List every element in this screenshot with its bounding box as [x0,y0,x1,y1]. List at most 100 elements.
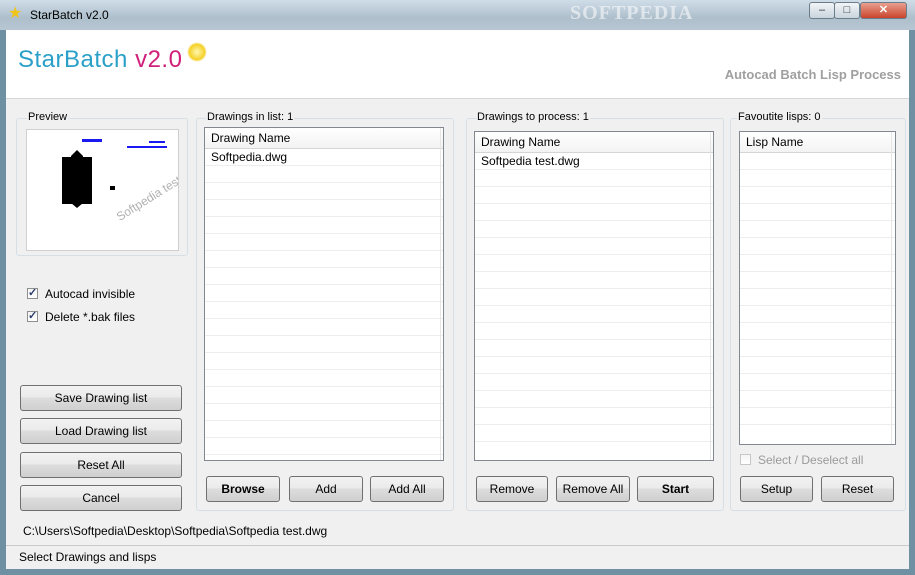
empty-row [205,319,443,336]
autocad-invisible-checkbox[interactable]: ✓ [27,288,38,299]
empty-row [740,170,895,187]
minimize-button[interactable]: – [809,2,835,19]
empty-row [205,285,443,302]
empty-row [740,391,895,408]
empty-row [475,408,713,425]
empty-row [740,238,895,255]
empty-row [475,306,713,323]
empty-row [740,255,895,272]
preview-label: Preview [27,111,69,123]
drawings-to-process-label: Drawings to process: 1 [476,111,590,123]
empty-row [740,272,895,289]
save-drawing-list-button[interactable]: Save Drawing list [20,385,182,411]
empty-row [740,187,895,204]
list-item[interactable]: Softpedia test.dwg [475,153,713,170]
empty-row [475,238,713,255]
empty-row [205,166,443,183]
reset-all-button[interactable]: Reset All [20,452,182,478]
empty-row [205,404,443,421]
empty-row [475,221,713,238]
lisp-name-column-header[interactable]: Lisp Name [740,132,895,153]
empty-row [205,302,443,319]
empty-row [740,323,895,340]
window-title: StarBatch v2.0 [30,8,109,22]
empty-row [740,204,895,221]
empty-row [740,374,895,391]
drawings-to-process-view[interactable]: Drawing Name Softpedia test.dwg [474,131,714,461]
select-all-checkbox[interactable] [740,454,751,465]
preview-text: Softpedia test [114,173,178,224]
empty-row [475,187,713,204]
status-text: Select Drawings and lisps [19,550,157,564]
empty-row [475,204,713,221]
client-area: StarBatch v2.0 Autocad Batch Lisp Proces… [6,30,909,569]
preview-drawing-icon: Softpedia test [62,139,184,224]
empty-row [205,217,443,234]
empty-row [475,357,713,374]
empty-row [475,323,713,340]
cancel-button[interactable]: Cancel [20,485,182,511]
maximize-button[interactable]: □ [834,2,860,19]
header-banner: StarBatch v2.0 Autocad Batch Lisp Proces… [6,30,909,99]
browse-button[interactable]: Browse [206,476,280,502]
empty-row [475,289,713,306]
app-window: ★ StarBatch v2.0 SOFTPEDIA – □ ✕ StarBat… [0,0,915,575]
current-file-path: C:\Users\Softpedia\Desktop\Softpedia\Sof… [23,524,328,538]
load-drawing-list-button[interactable]: Load Drawing list [20,418,182,444]
autocad-invisible-label[interactable]: Autocad invisible [45,287,135,301]
status-bar: Select Drawings and lisps [6,545,909,569]
reset-button[interactable]: Reset [821,476,894,502]
favourite-lisps-view[interactable]: Lisp Name [739,131,896,445]
empty-row [205,370,443,387]
add-all-button[interactable]: Add All [370,476,444,502]
empty-row [475,340,713,357]
empty-row [475,391,713,408]
remove-button[interactable]: Remove [476,476,548,502]
empty-row [740,153,895,170]
empty-row [205,183,443,200]
empty-row [205,268,443,285]
app-subtitle: Autocad Batch Lisp Process [724,67,901,82]
empty-row [205,251,443,268]
empty-row [740,357,895,374]
empty-row [475,425,713,442]
empty-row [740,221,895,238]
empty-row [475,255,713,272]
delete-bak-checkbox[interactable]: ✓ [27,311,38,322]
empty-row [205,336,443,353]
app-logo: StarBatch v2.0 [18,46,182,74]
add-button[interactable]: Add [289,476,363,502]
empty-row [740,340,895,357]
logo-version: v2.0 [135,46,183,73]
empty-row [740,408,895,425]
star-icon: ★ [8,5,23,22]
close-button[interactable]: ✕ [860,2,907,19]
select-all-label[interactable]: Select / Deselect all [758,453,863,467]
delete-bak-label[interactable]: Delete *.bak files [45,310,135,324]
column-divider [710,132,711,460]
empty-row [475,374,713,391]
drawings-in-list-view[interactable]: Drawing Name Softpedia.dwg [204,127,444,461]
drawing-preview: Softpedia test [26,129,184,251]
favourite-lisps-label: Favoutite lisps: 0 [737,111,822,123]
watermark: SOFTPEDIA [570,2,694,24]
logo-name: StarBatch [18,46,136,73]
drawings-in-list-label: Drawings in list: 1 [206,111,295,123]
empty-row [475,170,713,187]
drawing-name-column-header[interactable]: Drawing Name [205,128,443,149]
empty-row [205,200,443,217]
list-item[interactable]: Softpedia.dwg [205,149,443,166]
drawing-name-column-header[interactable]: Drawing Name [475,132,713,153]
empty-row [475,272,713,289]
empty-row [740,306,895,323]
empty-row [205,353,443,370]
setup-button[interactable]: Setup [740,476,813,502]
remove-all-button[interactable]: Remove All [556,476,630,502]
start-button[interactable]: Start [637,476,714,502]
empty-row [205,387,443,404]
title-bar[interactable]: ★ StarBatch v2.0 SOFTPEDIA – □ ✕ [0,0,915,30]
empty-row [740,289,895,306]
empty-row [205,438,443,455]
empty-row [205,234,443,251]
column-divider [440,128,441,460]
